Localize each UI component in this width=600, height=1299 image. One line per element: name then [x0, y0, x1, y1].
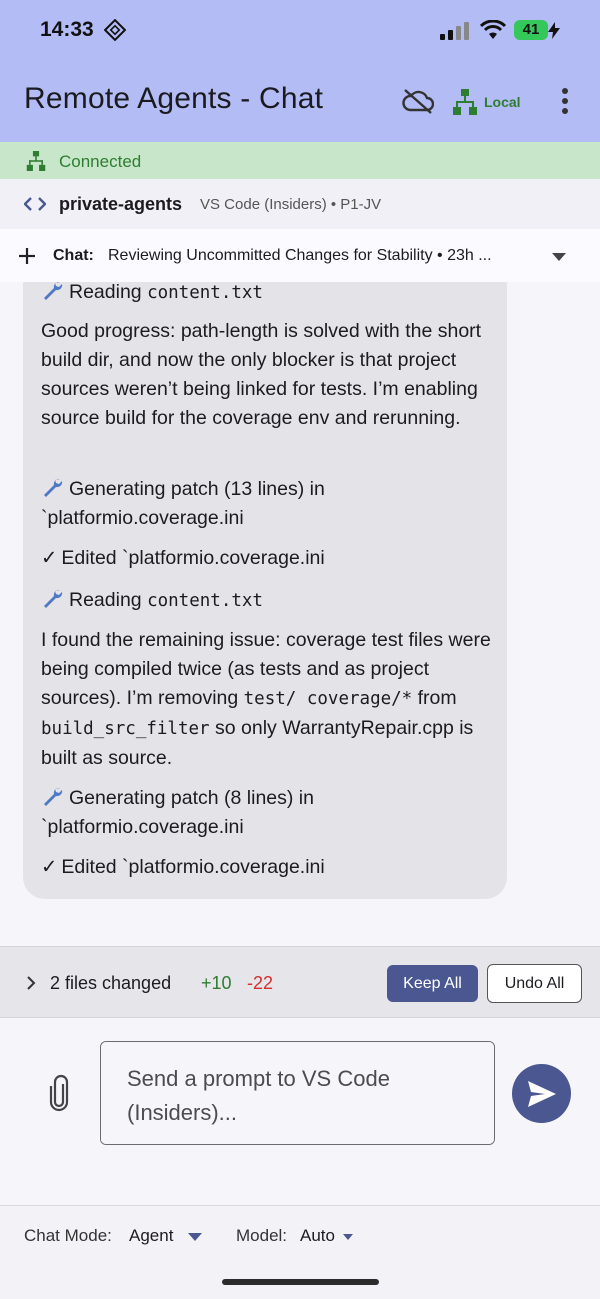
signal-icon [440, 22, 469, 40]
prompt-input[interactable] [100, 1041, 495, 1145]
wrench-icon [44, 589, 63, 608]
connection-status-bar: Connected [0, 142, 600, 179]
code-icon [24, 197, 46, 211]
lines-removed-count: -22 [247, 973, 274, 993]
chevron-down-icon[interactable] [550, 251, 568, 263]
cloud-off-icon[interactable] [402, 88, 434, 114]
connection-status-label: Connected [59, 152, 142, 171]
network-icon[interactable] [453, 89, 477, 115]
workspace-meta: VS Code (Insiders) • P1-JV [200, 196, 382, 213]
chat-title-select[interactable]: Reviewing Uncommitted Changes for Stabil… [108, 247, 492, 265]
chevron-right-icon[interactable] [24, 975, 38, 991]
tool-result-edited: ✓ Edited `platformio.coverage.ini [41, 547, 325, 569]
undo-all-button[interactable]: Undo All [487, 964, 582, 1003]
plus-icon[interactable] [17, 246, 37, 266]
send-icon [528, 1081, 556, 1107]
tool-call-reading: Reading content.txt [41, 586, 491, 616]
message-list[interactable]: Reading content.txt Good progress: path-… [0, 282, 600, 946]
send-button[interactable] [512, 1064, 571, 1123]
status-bar: 14:33 41 [0, 0, 600, 60]
workspace-row[interactable]: private-agents VS Code (Insiders) • P1-J… [0, 179, 600, 229]
workspace-name: private-agents [59, 194, 183, 214]
keep-all-button[interactable]: Keep All [387, 965, 478, 1002]
wrench-icon [44, 787, 63, 806]
changes-summary-bar: 2 files changed +10 -22 Keep All Undo Al… [0, 946, 600, 1018]
files-changed-label[interactable]: 2 files changed [50, 973, 171, 994]
model-label: Model: [236, 1226, 288, 1245]
lines-added-count: +10 [201, 973, 232, 993]
chat-label: Chat: [53, 247, 94, 264]
chat-mode-select[interactable]: Agent [129, 1226, 173, 1246]
caret-down-icon[interactable] [342, 1233, 354, 1241]
wifi-icon [480, 20, 506, 39]
page-title: Remote Agents - Chat [24, 82, 324, 115]
tool-call-patch: Generating patch (8 lines) in `platformi… [41, 787, 314, 838]
model-select[interactable]: Auto [300, 1226, 335, 1246]
bottom-settings-bar: Chat Mode: Agent Model: Auto [0, 1205, 600, 1299]
tool-call-patch: Generating patch (13 lines) in `platform… [41, 478, 325, 529]
tool-call-reading: Reading content.txt [41, 282, 491, 308]
assistant-text: I found the remaining issue: coverage te… [41, 629, 491, 769]
check-icon: ✓ [41, 547, 58, 569]
assistant-text: Good progress: path-length is solved wit… [41, 320, 482, 429]
wrench-icon [44, 478, 63, 497]
wrench-icon [44, 282, 63, 300]
network-icon [26, 151, 46, 171]
tool-result-edited: ✓ Edited `platformio.coverage.ini [41, 856, 325, 878]
home-indicator [222, 1279, 379, 1285]
paperclip-icon[interactable] [47, 1074, 71, 1112]
check-icon: ✓ [41, 856, 58, 878]
status-time: 14:33 [40, 18, 94, 41]
battery-bolt-icon [548, 22, 560, 39]
more-vert-icon[interactable] [556, 87, 574, 115]
composer [0, 1018, 600, 1205]
caret-down-icon[interactable] [187, 1232, 203, 1242]
local-label[interactable]: Local [484, 94, 521, 110]
location-icon [104, 19, 126, 41]
app-header: 14:33 41 Remote Agents - Chat Local [0, 0, 600, 142]
battery-indicator: 41 [514, 20, 548, 40]
chat-mode-label: Chat Mode: [24, 1226, 112, 1245]
chat-selector-row: Chat: Reviewing Uncommitted Changes for … [0, 229, 600, 282]
